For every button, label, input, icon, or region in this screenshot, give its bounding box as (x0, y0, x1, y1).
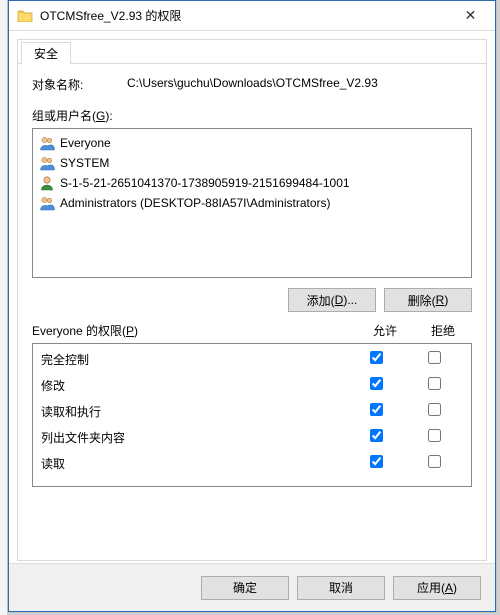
titlebar[interactable]: OTCMSfree_V2.93 的权限 ✕ (9, 1, 495, 31)
tabstrip: 安全 (18, 40, 486, 64)
permission-row: 列出文件夹内容 (33, 424, 471, 450)
users-listbox[interactable]: Everyone SYSTEM S-1-5-21-2651041370-173890… (32, 128, 472, 278)
user-icon (39, 175, 55, 191)
groups-label: 组或用户名(G): (32, 107, 472, 124)
list-item[interactable]: SYSTEM (35, 153, 469, 173)
tab-content: 对象名称: C:\Users\guchu\Downloads\OTCMSfree… (18, 64, 486, 497)
permission-name: 列出文件夹内容 (41, 429, 347, 446)
list-item-label: SYSTEM (60, 156, 109, 170)
list-item-label: S-1-5-21-2651041370-1738905919-215169948… (60, 176, 350, 190)
allow-checkbox[interactable] (370, 377, 383, 390)
allow-checkbox[interactable] (370, 351, 383, 364)
tab-security-label: 安全 (34, 45, 58, 62)
apply-button[interactable]: 应用(A) (393, 576, 481, 600)
deny-checkbox[interactable] (428, 377, 441, 390)
group-icon (39, 155, 55, 171)
deny-checkbox[interactable] (428, 403, 441, 416)
user-buttons-row: 添加(D)... 删除(R) (32, 288, 472, 312)
remove-button[interactable]: 删除(R) (384, 288, 472, 312)
permission-name: 完全控制 (41, 351, 347, 368)
close-button[interactable]: ✕ (448, 1, 493, 30)
allow-checkbox[interactable] (370, 403, 383, 416)
tab-security[interactable]: 安全 (21, 42, 71, 65)
permissions-header: Everyone 的权限(P) 允许 拒绝 (32, 322, 472, 339)
list-item-label: Administrators (DESKTOP-88IA57I\Administ… (60, 196, 331, 210)
allow-checkbox[interactable] (370, 455, 383, 468)
group-icon (39, 195, 55, 211)
permission-name: 读取和执行 (41, 403, 347, 420)
allow-checkbox[interactable] (370, 429, 383, 442)
deny-column-header: 拒绝 (414, 322, 472, 339)
group-icon (39, 135, 55, 151)
deny-checkbox[interactable] (428, 455, 441, 468)
list-item[interactable]: Administrators (DESKTOP-88IA57I\Administ… (35, 193, 469, 213)
add-button[interactable]: 添加(D)... (288, 288, 376, 312)
cancel-button[interactable]: 取消 (297, 576, 385, 600)
permissions-label: Everyone 的权限(P) (32, 322, 356, 339)
deny-checkbox[interactable] (428, 351, 441, 364)
list-item[interactable]: S-1-5-21-2651041370-1738905919-215169948… (35, 173, 469, 193)
permission-row: 完全控制 (33, 346, 471, 372)
ok-button[interactable]: 确定 (201, 576, 289, 600)
list-item-label: Everyone (60, 136, 111, 150)
deny-checkbox[interactable] (428, 429, 441, 442)
permission-name: 读取 (41, 455, 347, 472)
window-title: OTCMSfree_V2.93 的权限 (40, 7, 448, 24)
permission-row: 读取 (33, 450, 471, 476)
folder-icon (17, 9, 33, 22)
object-name-value: C:\Users\guchu\Downloads\OTCMSfree_V2.93 (127, 76, 472, 93)
dialog-body: 安全 对象名称: C:\Users\guchu\Downloads\OTCMSf… (17, 39, 487, 561)
allow-column-header: 允许 (356, 322, 414, 339)
permissions-listbox[interactable]: 完全控制修改读取和执行列出文件夹内容读取 (32, 343, 472, 487)
close-icon: ✕ (465, 7, 477, 24)
permission-row: 读取和执行 (33, 398, 471, 424)
list-item[interactable]: Everyone (35, 133, 469, 153)
permission-name: 修改 (41, 377, 347, 394)
object-name-label: 对象名称: (32, 76, 127, 93)
object-name-row: 对象名称: C:\Users\guchu\Downloads\OTCMSfree… (32, 76, 472, 93)
permission-row: 修改 (33, 372, 471, 398)
dialog-footer: 确定 取消 应用(A) (9, 563, 495, 611)
parent-window-edge (0, 0, 8, 615)
permissions-dialog: OTCMSfree_V2.93 的权限 ✕ 安全 对象名称: C:\Users\… (8, 0, 496, 612)
